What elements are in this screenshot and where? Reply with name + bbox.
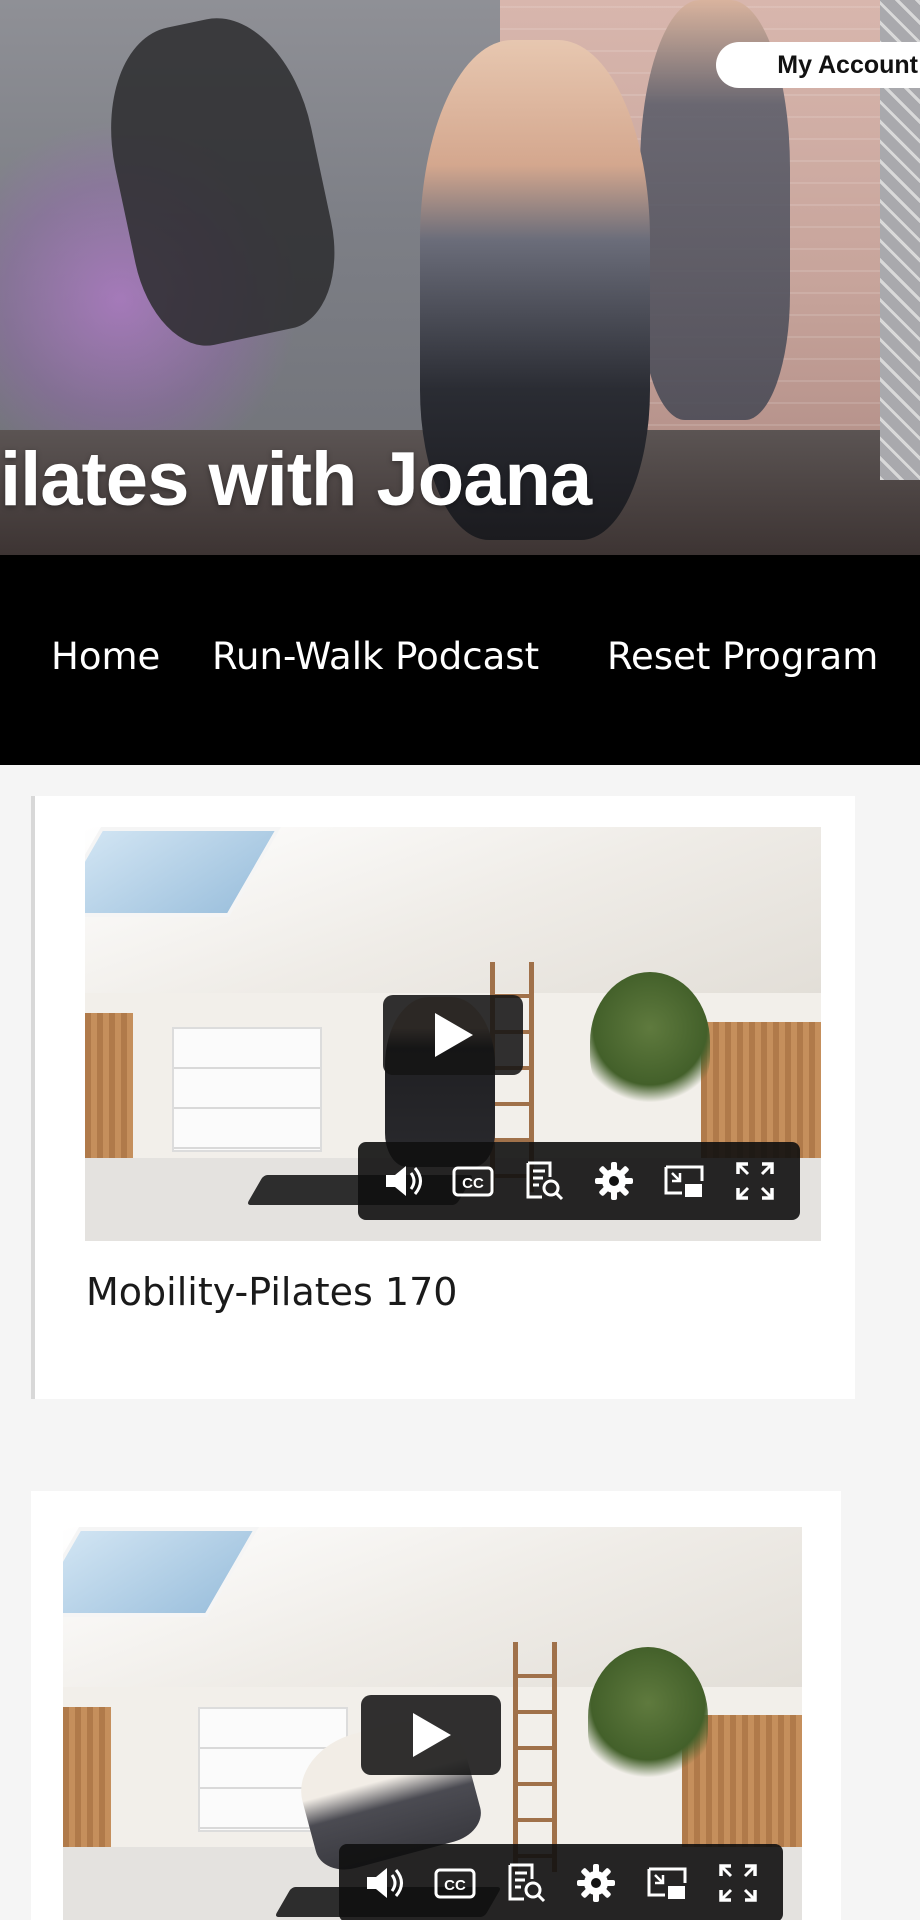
video-title[interactable]: Mobility-Pilates 170 <box>86 1270 457 1314</box>
transcript-icon <box>526 1161 563 1201</box>
settings-button[interactable] <box>590 1157 638 1205</box>
fullscreen-icon <box>736 1162 774 1200</box>
transcript-button[interactable] <box>520 1157 568 1205</box>
fullscreen-button[interactable] <box>731 1157 779 1205</box>
picture-in-picture-icon <box>647 1867 687 1899</box>
transcript-button[interactable] <box>502 1859 550 1907</box>
video-card: CC <box>31 1491 841 1920</box>
captions-button[interactable]: CC <box>449 1157 497 1205</box>
captions-label: CC <box>444 1877 466 1894</box>
volume-icon <box>367 1868 404 1898</box>
settings-icon <box>577 1864 616 1902</box>
captions-icon: CC <box>452 1166 494 1197</box>
hero-banner: ilates with Joana My Account <box>0 0 920 555</box>
nav-item-run-walk-podcast[interactable]: Run-Walk Podcast <box>212 635 539 678</box>
play-button[interactable] <box>383 995 523 1075</box>
room-wood-panel-left <box>63 1707 111 1859</box>
settings-icon <box>595 1162 634 1200</box>
video-card: CC <box>31 796 855 1399</box>
captions-icon: CC <box>434 1868 476 1899</box>
fullscreen-button[interactable] <box>714 1859 762 1907</box>
room-plant <box>590 972 710 1112</box>
my-account-button[interactable]: My Account <box>716 42 920 88</box>
play-icon <box>435 1013 473 1057</box>
video-player[interactable]: CC <box>63 1527 802 1920</box>
picture-in-picture-button[interactable] <box>643 1859 691 1907</box>
room-dresser <box>172 1027 322 1152</box>
nav-item-reset-program[interactable]: Reset Program <box>607 635 878 678</box>
captions-button[interactable]: CC <box>431 1859 479 1907</box>
fullscreen-icon <box>718 1864 757 1902</box>
room-ladder <box>513 1642 557 1872</box>
room-wood-panel-left <box>85 1013 133 1171</box>
video-controls: CC <box>358 1142 800 1220</box>
nav-item-home[interactable]: Home <box>51 635 160 678</box>
play-button[interactable] <box>361 1695 501 1775</box>
room-plant <box>588 1647 708 1787</box>
hero-title: ilates with Joana <box>0 437 592 522</box>
main-navigation: Home Run-Walk Podcast Reset Program <box>0 555 920 765</box>
volume-button[interactable] <box>360 1859 408 1907</box>
volume-icon <box>386 1166 423 1196</box>
settings-button[interactable] <box>572 1859 620 1907</box>
volume-button[interactable] <box>379 1157 427 1205</box>
picture-in-picture-icon <box>664 1165 704 1197</box>
picture-in-picture-button[interactable] <box>660 1157 708 1205</box>
video-player[interactable]: CC <box>85 827 821 1241</box>
video-controls: CC <box>339 1844 783 1920</box>
play-icon <box>413 1713 451 1757</box>
captions-label: CC <box>463 1175 485 1192</box>
transcript-icon <box>508 1863 545 1903</box>
